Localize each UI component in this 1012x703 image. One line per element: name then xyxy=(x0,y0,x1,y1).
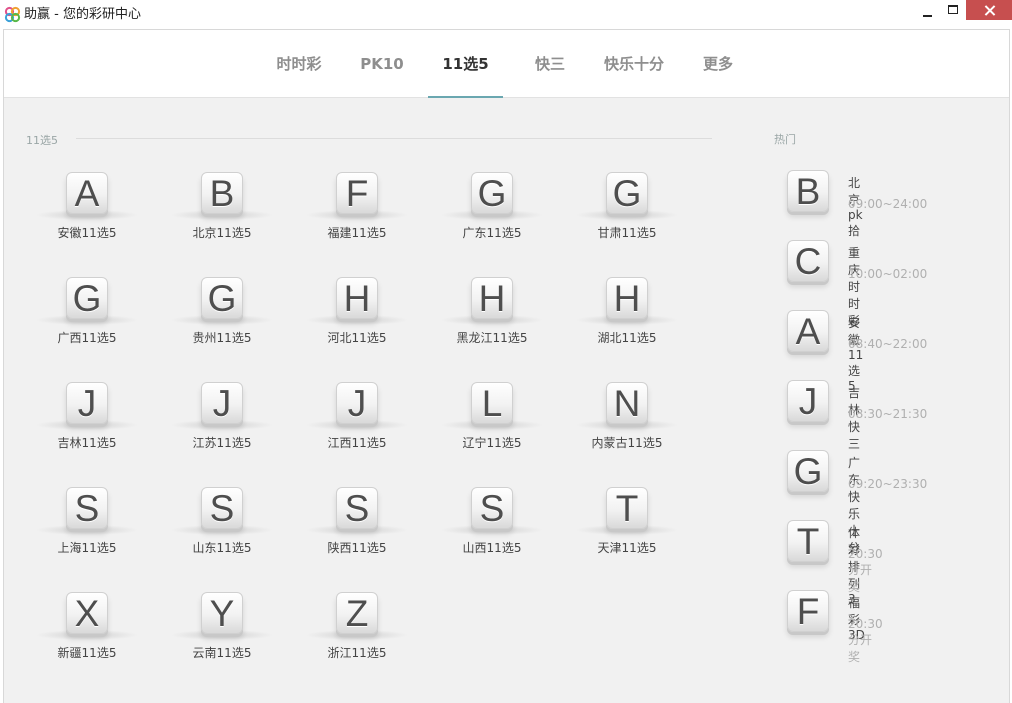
maximize-button[interactable] xyxy=(942,0,964,22)
lottery-tab-bar: 时时彩 PK10 11选5 快三 快乐十分 更多 xyxy=(4,30,1009,98)
hot-item-time: 09:20~23:30 xyxy=(848,477,928,491)
minimize-button[interactable] xyxy=(912,0,942,22)
letter-key-icon: T xyxy=(606,487,648,529)
letter-key-icon: A xyxy=(787,310,829,352)
hot-section-title: 热门 xyxy=(774,133,796,146)
lottery-item-label: 安徽11选5 xyxy=(57,226,117,240)
lottery-item-label: 新疆11选5 xyxy=(57,646,117,660)
lottery-item-label: 湖北11选5 xyxy=(597,331,657,345)
letter-key-icon: A xyxy=(66,172,108,214)
section-title: 11选5 xyxy=(26,134,58,147)
letter-key-icon: S xyxy=(336,487,378,529)
close-button[interactable] xyxy=(966,0,1012,20)
letter-key-icon: G xyxy=(66,277,108,319)
letter-key-icon: H xyxy=(471,277,513,319)
hot-item-name: 安徽11选5 xyxy=(848,316,864,393)
lottery-item-label: 山西11选5 xyxy=(462,541,522,555)
maximize-icon xyxy=(948,5,958,14)
letter-key-icon: G xyxy=(471,172,513,214)
tab-more[interactable]: 更多 xyxy=(693,30,743,98)
tab-kuaileshifen[interactable]: 快乐十分 xyxy=(598,30,670,98)
lottery-item-label: 广东11选5 xyxy=(462,226,522,240)
hot-item-time: 09:00~24:00 xyxy=(848,197,928,211)
letter-key-icon: Z xyxy=(336,592,378,634)
letter-key-icon: C xyxy=(787,240,829,282)
hot-item-time: 08:40~22:00 xyxy=(848,337,928,351)
letter-key-icon: G xyxy=(201,277,243,319)
app-logo-icon xyxy=(4,6,21,23)
letter-key-icon: H xyxy=(336,277,378,319)
letter-key-icon: X xyxy=(66,592,108,634)
letter-key-icon: F xyxy=(787,590,829,632)
lottery-item-label: 浙江11选5 xyxy=(327,646,387,660)
tab-11xuan5[interactable]: 11选5 xyxy=(428,30,503,98)
letter-key-icon: H xyxy=(606,277,648,319)
lottery-item-label: 内蒙古11选5 xyxy=(591,436,663,450)
lottery-item-label: 山东11选5 xyxy=(192,541,252,555)
letter-key-icon: B xyxy=(201,172,243,214)
letter-key-icon: J xyxy=(787,380,829,422)
lottery-item-label: 黑龙江11选5 xyxy=(456,331,528,345)
lottery-item-label: 辽宁11选5 xyxy=(462,436,522,450)
letter-key-icon: S xyxy=(201,487,243,529)
letter-key-icon: F xyxy=(336,172,378,214)
lottery-item-label: 甘肃11选5 xyxy=(597,226,657,240)
hot-item-time: 10:00~02:00 xyxy=(848,267,928,281)
lottery-item-label: 上海11选5 xyxy=(57,541,117,555)
hot-item-time: 08:30~21:30 xyxy=(848,407,928,421)
lottery-item-label: 北京11选5 xyxy=(192,226,252,240)
letter-key-icon: G xyxy=(787,450,829,492)
letter-key-icon: S xyxy=(66,487,108,529)
lottery-item-label: 江西11选5 xyxy=(327,436,387,450)
hot-item-time: 20:30分开奖 xyxy=(848,617,883,664)
letter-key-icon: B xyxy=(787,170,829,212)
letter-key-icon: J xyxy=(201,382,243,424)
close-icon xyxy=(984,5,995,16)
tab-pk10[interactable]: PK10 xyxy=(354,30,410,98)
letter-key-icon: Y xyxy=(201,592,243,634)
lottery-item-label: 吉林11选5 xyxy=(57,436,117,450)
letter-key-icon: J xyxy=(336,382,378,424)
tab-shishicai[interactable]: 时时彩 xyxy=(266,30,332,98)
lottery-item-label: 陕西11选5 xyxy=(327,541,387,555)
app-body: 时时彩 PK10 11选5 快三 快乐十分 更多 11选5 热门 A 安徽11选5… xyxy=(3,29,1010,703)
letter-key-icon: L xyxy=(471,382,513,424)
lottery-item-label: 广西11选5 xyxy=(57,331,117,345)
lottery-item-label: 贵州11选5 xyxy=(192,331,252,345)
hot-item-time: 20:30分开奖 xyxy=(848,547,883,594)
lottery-item-label: 福建11选5 xyxy=(327,226,387,240)
letter-key-icon: T xyxy=(787,520,829,562)
lottery-item-label: 江苏11选5 xyxy=(192,436,252,450)
letter-key-icon: G xyxy=(606,172,648,214)
tab-kuaisan[interactable]: 快三 xyxy=(525,30,575,98)
section-divider xyxy=(76,138,712,139)
window-title: 助赢 - 您的彩研中心 xyxy=(24,7,141,22)
title-bar: 助赢 - 您的彩研中心 xyxy=(0,0,1012,29)
letter-key-icon: N xyxy=(606,382,648,424)
letter-key-icon: J xyxy=(66,382,108,424)
lottery-item-label: 河北11选5 xyxy=(327,331,387,345)
lottery-item-label: 天津11选5 xyxy=(597,541,657,555)
letter-key-icon: S xyxy=(471,487,513,529)
minimize-icon xyxy=(922,15,932,17)
lottery-item-label: 云南11选5 xyxy=(192,646,252,660)
